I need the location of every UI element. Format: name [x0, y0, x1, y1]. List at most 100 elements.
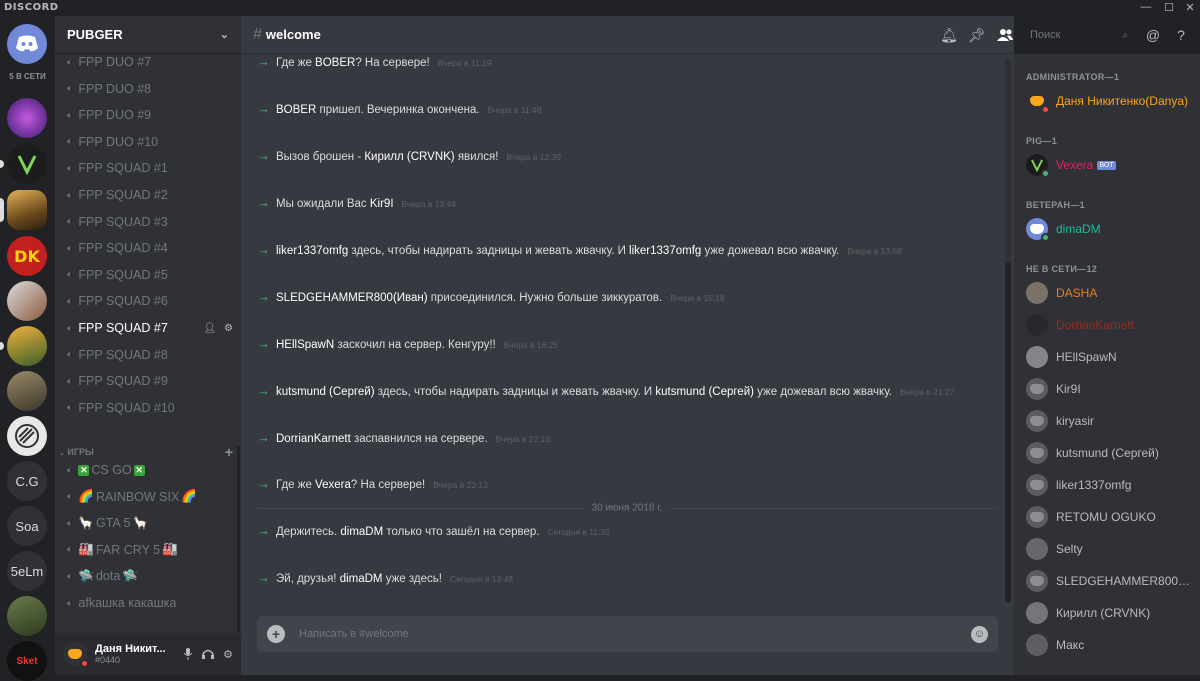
- voice-channel[interactable]: 🔈︎ 🏭 FAR CRY 5 🏭: [67, 540, 233, 560]
- username-mention[interactable]: HEllSpawN: [276, 339, 334, 351]
- voice-channel[interactable]: 🔈︎ FPP SQUAD #3: [67, 212, 233, 232]
- voice-channel[interactable]: 🔈︎ FPP SQUAD #9: [67, 371, 233, 391]
- microphone-icon[interactable]: [183, 647, 193, 660]
- speaker-icon: 🔈︎: [67, 375, 73, 386]
- voice-channel[interactable]: 🔈︎ FPP SQUAD #10: [67, 398, 233, 418]
- member-name: HEllSpawN: [1056, 350, 1117, 364]
- help-icon[interactable]: ?: [1172, 27, 1190, 43]
- server-sket[interactable]: Sket: [7, 641, 47, 681]
- server-header[interactable]: PUBGER ⌄: [55, 16, 241, 54]
- member-item[interactable]: kiryasir: [1026, 408, 1196, 434]
- home-button[interactable]: [7, 24, 47, 64]
- member-item[interactable]: kutsmund (Сергей): [1026, 440, 1196, 466]
- voice-channel[interactable]: 🔈︎ FPP SQUAD #5: [67, 265, 233, 285]
- username-mention[interactable]: dimaDM: [340, 573, 383, 585]
- member-item[interactable]: Kir9I: [1026, 376, 1196, 402]
- voice-channel[interactable]: 🔈︎ FPP DUO #9: [67, 105, 233, 125]
- voice-channel[interactable]: 🔈︎ ✕ CS GO ✕: [67, 460, 233, 480]
- category-games[interactable]: ⌄ ИГРЫ +: [59, 444, 233, 460]
- message-input[interactable]: Написать в #welcome: [299, 628, 971, 640]
- mentions-icon[interactable]: @: [1144, 27, 1162, 43]
- voice-channel[interactable]: 🔈︎ FPP SQUAD #4: [67, 238, 233, 258]
- server-dk[interactable]: DK: [7, 236, 47, 276]
- username-mention[interactable]: liker1337omfg: [629, 245, 701, 257]
- gear-icon[interactable]: ⚙: [224, 323, 233, 334]
- member-item[interactable]: Макс: [1026, 632, 1196, 658]
- discord-logo-icon: [1030, 224, 1044, 234]
- server-5elm[interactable]: 5eLm: [7, 551, 47, 591]
- username-mention[interactable]: Kir9I: [370, 198, 394, 210]
- minimize-button[interactable]: —: [1137, 1, 1155, 13]
- member-item[interactable]: DASHA: [1026, 280, 1196, 306]
- username-mention[interactable]: Vexera: [315, 479, 351, 491]
- username-mention[interactable]: BOBER: [315, 57, 355, 69]
- voice-channel[interactable]: 🔈︎ FPP DUO #10: [67, 132, 233, 152]
- create-channel-icon[interactable]: +: [225, 444, 233, 460]
- username-mention[interactable]: dimaDM: [340, 526, 383, 538]
- voice-channel[interactable]: 🔈︎ FPP SQUAD #8: [67, 345, 233, 365]
- voice-channel[interactable]: 🔈︎ FPP SQUAD #6: [67, 291, 233, 311]
- member-item[interactable]: dimaDM: [1026, 216, 1196, 242]
- voice-channel[interactable]: 🔈︎ FPP SQUAD #2: [67, 185, 233, 205]
- server-icon[interactable]: [7, 326, 47, 366]
- server-vexera[interactable]: [7, 144, 47, 184]
- avatar: [1026, 90, 1050, 114]
- upload-plus-icon[interactable]: +: [267, 625, 285, 643]
- server-icon[interactable]: [7, 371, 47, 411]
- message-fragment: Держитесь.: [276, 526, 341, 538]
- voice-channel[interactable]: 🔈︎ 🌈 RAINBOW SIX 🌈: [67, 487, 233, 507]
- username-mention[interactable]: SLEDGEHAMMER800(Иван): [276, 292, 428, 304]
- username-mention[interactable]: liker1337omfg: [276, 245, 348, 257]
- server-icon[interactable]: [7, 416, 47, 456]
- unread-indicator: [0, 160, 4, 168]
- headphones-icon[interactable]: [202, 648, 215, 660]
- username-mention[interactable]: kutsmund (Сергей): [276, 386, 375, 398]
- bell-icon[interactable]: 🔔︎: [940, 27, 958, 44]
- username-mention[interactable]: kutsmund (Сергей): [655, 386, 754, 398]
- server-pubger[interactable]: [7, 190, 47, 230]
- server-cg[interactable]: C.G: [7, 461, 47, 501]
- chat-scrollbar[interactable]: [1005, 58, 1011, 603]
- username-mention[interactable]: BOBER: [276, 104, 316, 116]
- server-icon[interactable]: [7, 98, 47, 138]
- member-item[interactable]: Selty: [1026, 536, 1196, 562]
- member-item[interactable]: liker1337omfg: [1026, 472, 1196, 498]
- emoji-picker-icon[interactable]: ☺: [971, 625, 988, 643]
- channel-scrollbar[interactable]: [237, 446, 240, 632]
- pin-icon[interactable]: 📌︎: [968, 27, 986, 44]
- voice-channel[interactable]: 🔈︎ 🦙 GTA 5 🦙: [67, 513, 233, 533]
- username-mention[interactable]: DorrianKarnett: [276, 433, 351, 445]
- voice-channel[interactable]: 🔈︎ 🛸 dota 🛸: [67, 566, 233, 586]
- username-mention[interactable]: Кирилл (CRVNK): [364, 151, 454, 163]
- member-item[interactable]: HEllSpawN: [1026, 344, 1196, 370]
- maximize-button[interactable]: ☐: [1160, 1, 1178, 14]
- scrollbar-thumb[interactable]: [1005, 262, 1011, 602]
- avatar[interactable]: [63, 642, 89, 668]
- member-item[interactable]: Кирилл (CRVNK): [1026, 600, 1196, 626]
- member-item[interactable]: Даня Никитенко(Danya): [1026, 88, 1196, 114]
- timestamp: Сегодня в 11:32: [547, 527, 610, 537]
- speaker-icon: 🔈︎: [67, 322, 73, 333]
- search-input[interactable]: Поиск ⌕: [1024, 24, 1134, 46]
- invite-icon[interactable]: 👤︎: [203, 323, 216, 334]
- server-icon[interactable]: [7, 596, 47, 636]
- server-icon[interactable]: [7, 281, 47, 321]
- voice-channel[interactable]: 🔈︎ FPP DUO #8: [67, 79, 233, 99]
- member-item[interactable]: Vexera BOT: [1026, 152, 1196, 178]
- join-arrow-icon: →: [257, 430, 270, 445]
- member-item[interactable]: RETOMU OGUKO: [1026, 504, 1196, 530]
- server-soa[interactable]: Soa: [7, 506, 47, 546]
- close-window-button[interactable]: ✕: [1181, 1, 1199, 14]
- channel-label: FPP DUO #7: [78, 55, 152, 69]
- voice-channel[interactable]: 🔈︎ afkашка какашка: [67, 593, 233, 613]
- voice-channel[interactable]: 🔈︎ FPP DUO #7: [67, 52, 233, 72]
- member-item[interactable]: DorrianKarnett: [1026, 312, 1196, 338]
- member-item[interactable]: SLEDGEHAMMER800(Иван): [1026, 568, 1196, 594]
- message-text: Где же BOBER? На сервере!: [276, 57, 430, 69]
- voice-channel[interactable]: 🔈︎ FPP SQUAD #1: [67, 158, 233, 178]
- message-fragment: ? На сервере!: [350, 479, 426, 491]
- voice-channel[interactable]: 🔈︎ FPP SQUAD #7 👤︎ ⚙: [67, 318, 233, 338]
- member-list-icon[interactable]: [996, 28, 1014, 42]
- message-input-box[interactable]: + Написать в #welcome ☺: [257, 616, 998, 652]
- gear-icon[interactable]: ⚙: [223, 648, 233, 661]
